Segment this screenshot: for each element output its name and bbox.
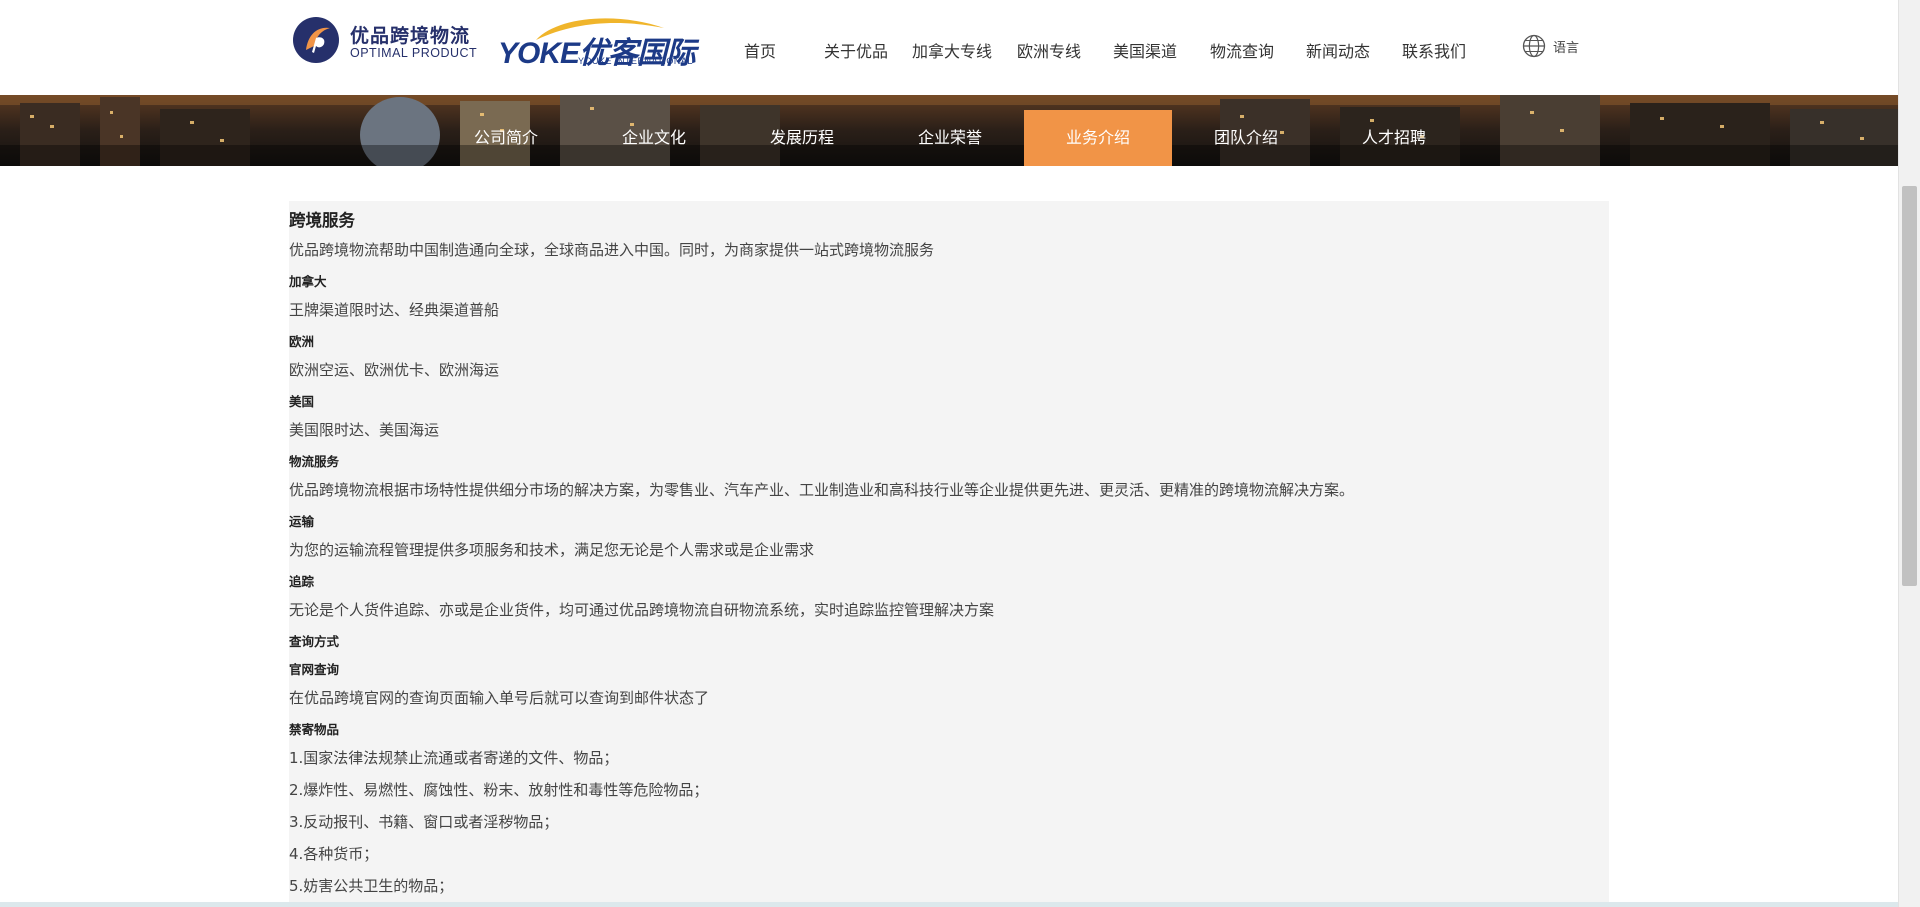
paragraph: 美国限时达、美国海运 <box>289 421 440 439</box>
nav-item-home[interactable]: 首页 <box>744 38 776 62</box>
page-scrollbar[interactable] <box>1898 0 1920 907</box>
subnav-honors[interactable]: 企业荣誉 <box>876 110 1024 166</box>
subnav-business-intro[interactable]: 业务介绍 <box>1024 110 1172 166</box>
subnav-company-profile[interactable]: 公司简介 <box>432 110 580 166</box>
paragraph: 欧洲空运、欧洲优卡、欧洲海运 <box>289 361 500 379</box>
paragraph: 无论是个人货件追踪、亦或是企业货件，均可通过优品跨境物流自研物流系统，实时追踪监… <box>289 601 995 619</box>
globe-icon <box>1522 34 1546 58</box>
nav-item-canada[interactable]: 加拿大专线 <box>912 38 992 62</box>
subnav-team[interactable]: 团队介绍 <box>1172 110 1320 166</box>
youke-international-logo[interactable]: YOKE优客国际 YOUKE INTERNATIONAL <box>498 14 696 70</box>
subheading: 加拿大 <box>289 274 327 289</box>
list-item: 3.反动报刊、书籍、窗口或者淫秽物品； <box>289 813 559 831</box>
subnav-recruitment[interactable]: 人才招聘 <box>1320 110 1468 166</box>
subheading: 禁寄物品 <box>289 722 340 737</box>
nav-item-news[interactable]: 新闻动态 <box>1306 38 1370 62</box>
optimal-product-logo[interactable]: 优品跨境物流 OPTIMAL PRODUCT <box>292 15 482 67</box>
nav-item-usa[interactable]: 美国渠道 <box>1113 38 1177 62</box>
paragraph: 为您的运输流程管理提供多项服务和技术，满足您无论是个人需求或是企业需求 <box>289 541 815 559</box>
optimal-logo-mark-icon <box>293 17 339 63</box>
paragraph: 优品跨境物流根据市场特性提供细分市场的解决方案，为零售业、汽车产业、工业制造业和… <box>289 481 1355 499</box>
list-item: 4.各种货币； <box>289 845 379 863</box>
logo-english-name: OPTIMAL PRODUCT <box>350 46 478 60</box>
language-label: 语言 <box>1553 41 1580 56</box>
nav-item-tracking[interactable]: 物流查询 <box>1210 38 1274 62</box>
list-item: 5.妨害公共卫生的物品； <box>289 877 454 895</box>
site-header: 优品跨境物流 OPTIMAL PRODUCT YOKE优客国际 YOUKE IN… <box>0 0 1898 95</box>
bottom-divider <box>0 902 1898 907</box>
subheading: 运输 <box>289 514 315 529</box>
subheading: 查询方式 <box>289 634 340 649</box>
list-item: 2.爆炸性、易燃性、腐蚀性、粉末、放射性和毒性等危险物品； <box>289 781 709 799</box>
nav-item-contact[interactable]: 联系我们 <box>1402 38 1466 62</box>
nav-item-europe[interactable]: 欧洲专线 <box>1017 38 1081 62</box>
subnav-history[interactable]: 发展历程 <box>728 110 876 166</box>
nav-item-about[interactable]: 关于优品 <box>824 38 888 62</box>
paragraph: 在优品跨境官网的查询页面输入单号后就可以查询到邮件状态了 <box>289 689 710 707</box>
subheading: 美国 <box>289 394 315 409</box>
about-subnav: 公司简介 企业文化 发展历程 企业荣誉 业务介绍 团队介绍 人才招聘 <box>432 110 1616 166</box>
paragraph: 王牌渠道限时达、经典渠道普船 <box>289 301 500 319</box>
paragraph: 优品跨境物流帮助中国制造通向全球，全球商品进入中国。同时，为商家提供一站式跨境物… <box>289 241 935 259</box>
logo-chinese-name: 优品跨境物流 <box>350 25 471 47</box>
list-item: 1.国家法律法规禁止流通或者寄递的文件、物品； <box>289 749 619 767</box>
subheading: 欧洲 <box>289 334 315 349</box>
scrollbar-thumb[interactable] <box>1902 186 1917 586</box>
youke-logo-subtitle: YOUKE INTERNATIONAL <box>578 56 693 66</box>
subheading: 物流服务 <box>289 454 340 469</box>
business-intro-content: 跨境服务 优品跨境物流帮助中国制造通向全球，全球商品进入中国。同时，为商家提供一… <box>289 201 1609 907</box>
subheading: 官网查询 <box>289 662 340 677</box>
section-heading: 跨境服务 <box>289 211 355 230</box>
subnav-corporate-culture[interactable]: 企业文化 <box>580 110 728 166</box>
subheading: 追踪 <box>289 574 315 589</box>
